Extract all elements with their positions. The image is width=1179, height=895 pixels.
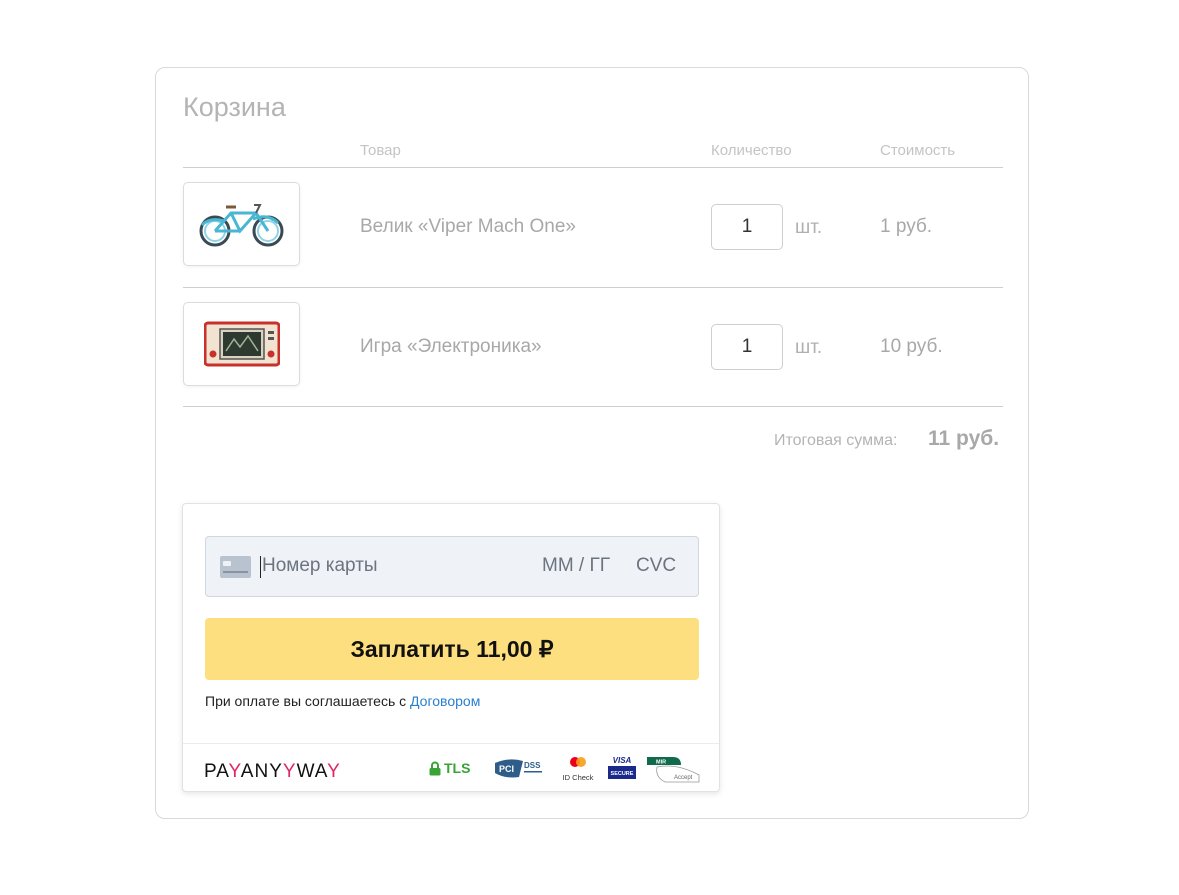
idcheck-label: ID Check (562, 773, 594, 782)
column-header-product: Товар (360, 142, 401, 159)
pci-dss-badge: PCI DSS (495, 757, 545, 784)
visa-secure-label: SECURE (611, 771, 634, 777)
text-cursor (260, 556, 261, 578)
brand-part: WA (296, 761, 328, 782)
brand-part: ANY (240, 761, 283, 782)
mastercard-icon (570, 757, 586, 767)
divider (183, 406, 1003, 407)
product-price: 10 руб. (880, 336, 943, 357)
unit-label: шт. (795, 217, 823, 238)
cvc-input[interactable] (636, 552, 688, 580)
mir-accept-badge: MIR Accept (647, 755, 701, 788)
brand-part: Y (327, 761, 341, 782)
total-value: 11 руб. (928, 427, 1000, 450)
column-header-price: Стоимость (880, 142, 956, 159)
unit-label: шт. (795, 337, 823, 358)
product-price: 1 руб. (880, 216, 933, 237)
agreement-label: При оплате вы соглашаетесь с (205, 693, 407, 709)
payanyway-logo: PAYANYYWAY (204, 761, 341, 783)
agreement-text: При оплате вы соглашаетесь с Договором (205, 693, 480, 709)
card-number-input[interactable] (262, 552, 522, 580)
svg-text:PCI: PCI (499, 764, 514, 774)
product-name: Игра «Электроника» (360, 336, 542, 357)
visa-label: VISA (613, 756, 632, 765)
footer-divider (183, 743, 719, 744)
cart-row: Велик «Viper Mach One» шт. 1 руб. (183, 168, 1003, 278)
brand-part: Y (228, 761, 241, 782)
bicycle-image[interactable] (183, 182, 300, 266)
tls-badge: TLS (429, 760, 470, 776)
product-name: Велик «Viper Mach One» (360, 216, 576, 237)
quantity-input[interactable] (711, 204, 783, 250)
mir-accept-label: Accept (674, 775, 693, 781)
total-label: Итоговая сумма: (774, 432, 898, 449)
mastercard-idcheck-badge: ID Check (558, 754, 598, 782)
quantity-input[interactable] (711, 324, 783, 370)
brand-part: Y (282, 761, 297, 782)
pci-dss-label: DSS (524, 761, 541, 770)
expiry-input[interactable] (542, 552, 612, 580)
payment-widget: Заплатить 11,00 ₽ При оплате вы соглашае… (182, 503, 720, 792)
tls-label: TLS (444, 760, 471, 776)
card-field[interactable] (205, 536, 699, 597)
cart-row: Игра «Электроника» шт. 10 руб. (183, 288, 1003, 398)
column-header-quantity: Количество (711, 142, 792, 159)
agreement-link[interactable]: Договором (410, 693, 480, 709)
handheld-game-image[interactable] (183, 302, 300, 386)
mir-label: MIR (656, 760, 666, 766)
visa-secure-badge: VISA SECURE (607, 755, 637, 786)
credit-card-icon (220, 556, 251, 583)
pay-button[interactable]: Заплатить 11,00 ₽ (205, 618, 699, 680)
lock-icon (429, 761, 441, 775)
cart-title: Корзина (183, 92, 286, 122)
brand-part: PA (204, 761, 229, 782)
